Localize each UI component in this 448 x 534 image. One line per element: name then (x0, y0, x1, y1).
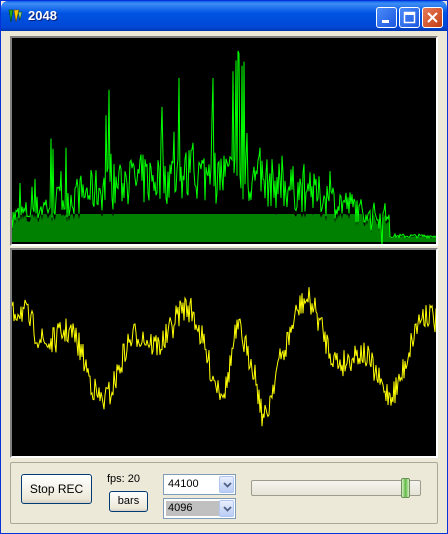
close-button[interactable] (422, 7, 443, 28)
maximize-icon (403, 11, 416, 24)
slider-track[interactable] (251, 480, 421, 496)
spectrum-display (10, 36, 438, 246)
buffer-size-value: 4096 (166, 501, 220, 516)
dropdown-button[interactable] (219, 476, 234, 493)
bars-button[interactable]: bars (109, 491, 148, 512)
buffer-size-select[interactable]: 4096 (163, 498, 236, 519)
chevron-down-icon (223, 506, 232, 512)
spectrum-plot (12, 50, 436, 244)
chevron-down-icon (223, 482, 232, 488)
sample-rate-value: 44100 (168, 478, 199, 490)
app-icon (8, 9, 23, 23)
waveform-display (10, 248, 438, 458)
minimize-button[interactable] (376, 7, 397, 28)
waveform-line (12, 287, 436, 427)
sample-rate-select[interactable]: 44100 (163, 474, 236, 495)
waveform-plot (12, 287, 436, 427)
window-title: 2048 (28, 8, 57, 23)
minimize-icon (382, 20, 389, 23)
fps-label: fps: 20 (107, 473, 141, 485)
dropdown-button[interactable] (219, 500, 234, 517)
slider-thumb[interactable] (401, 478, 411, 498)
maximize-button[interactable] (399, 7, 420, 28)
stop-rec-button[interactable]: Stop REC (21, 474, 92, 504)
close-icon (427, 12, 438, 23)
title-bar[interactable]: 2048 (1, 1, 447, 31)
